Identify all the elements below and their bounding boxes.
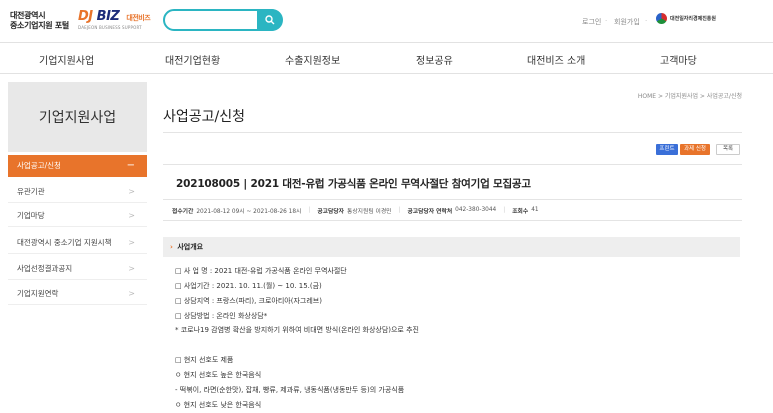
page-title: 사업공고/신청: [163, 109, 245, 125]
body-line: □ 현지 선호도 제품: [175, 356, 234, 364]
join-link[interactable]: 회원가입: [614, 17, 640, 27]
brand-sub: DAEJEON BUSINESS SUPPORT: [78, 25, 142, 30]
sidebar-item-label: 사업선정결과공지: [17, 264, 73, 273]
sidebar-item-results[interactable]: 사업선정결과공지 >: [8, 258, 147, 280]
period-label: 접수기간: [172, 208, 194, 215]
nav-item-customer[interactable]: 고객마당: [660, 52, 697, 67]
meta-separator: |: [398, 207, 401, 213]
body-line: □ 상담지역 : 프랑스(파리), 크로아티아(자그레브): [175, 297, 322, 305]
portal-name-line1: 대전광역시: [10, 11, 46, 20]
breadcrumb: HOME > 기업지원사업 > 사업공고/신청: [637, 93, 742, 100]
sidebar-item-policy[interactable]: 대전광역시 중소기업 지원시책 >: [8, 232, 147, 254]
nav-item-companies[interactable]: 대전기업현황: [165, 52, 220, 67]
phone-value: 042-380-3044: [455, 207, 497, 213]
body-line: □ 사업기간 : 2021. 10. 11.(월) ~ 10. 15.(금): [175, 282, 322, 290]
sidebar-item-bizinfo[interactable]: 기업마당 >: [8, 205, 147, 227]
sidebar-item-label: 대전광역시 중소기업 지원시책: [17, 238, 112, 247]
body-line: □ 사 업 명 : 2021 대전-유럽 가공식품 온라인 무역사절단: [175, 267, 347, 275]
views-label: 조회수: [512, 208, 529, 215]
section-header: › 사업개요: [163, 237, 740, 257]
portal-name[interactable]: 대전광역시 중소기업지원 포털: [10, 11, 69, 31]
main-nav: 기업지원사업 대전기업현황 수출지원정보 정보공유 대전비즈 소개 고객마당: [0, 42, 773, 74]
brand-biz: BIZ: [96, 9, 120, 24]
nav-item-about[interactable]: 대전비즈 소개: [527, 52, 585, 67]
apply-button[interactable]: 과제 신청: [680, 144, 710, 155]
nav-item-business[interactable]: 기업지원사업: [39, 52, 94, 67]
nav-item-info[interactable]: 정보공유: [416, 52, 453, 67]
sidebar-item-contact[interactable]: 기업지원연락 >: [8, 283, 147, 305]
meta-separator: |: [503, 207, 506, 213]
body-line: ㅇ 현지 선호도 낮은 한국음식: [175, 401, 262, 409]
chevron-right-icon: >: [128, 264, 135, 273]
period-value: 2021-08-12 09시 ~ 2021-08-26 18시: [196, 208, 302, 215]
body-line: - 떡볶이, 라면(순한맛), 잡채, 빵류, 제과류, 냉동식품(냉동만두 등…: [175, 386, 405, 394]
nav-item-export[interactable]: 수출지원정보: [285, 52, 340, 67]
minus-icon: −: [126, 160, 135, 171]
body-line: □ 상담방법 : 온라인 화상상담*: [175, 312, 268, 320]
brand-dj: DJ: [78, 9, 93, 24]
chevron-right-icon: ›: [170, 243, 173, 251]
manager-label: 공고담당자: [317, 208, 344, 215]
post-meta: 접수기간 2021-08-12 09시 ~ 2021-08-26 18시 | 공…: [163, 199, 742, 221]
list-button[interactable]: 목록: [716, 144, 740, 155]
body-line: ㅇ 현지 선호도 높은 한국음식: [175, 371, 262, 379]
sidebar-item-label: 기업지원연락: [17, 289, 59, 298]
meta-separator: |: [308, 207, 311, 213]
chevron-right-icon: >: [128, 211, 135, 220]
divider: [163, 164, 742, 165]
sidebar-item-label: 사업공고/신청: [17, 161, 61, 170]
sidebar-title: 기업지원사업: [38, 110, 117, 126]
post-title: 202108005 | 2021 대전-유럽 가공식품 온라인 무역사절단 참여…: [176, 178, 531, 190]
login-link[interactable]: 로그인: [582, 17, 601, 27]
divider: [163, 132, 742, 133]
sidebar-item-label: 기업마당: [17, 211, 45, 220]
section-title: 사업개요: [177, 243, 204, 251]
sidebar-header: 기업지원사업: [8, 82, 147, 152]
djbiz-logo[interactable]: DJ BIZ 대전비즈 DAEJEON BUSINESS SUPPORT: [78, 9, 151, 30]
org-logo-text: 대전일자리경제진흥원: [670, 16, 717, 22]
print-button[interactable]: 프린트: [656, 144, 678, 155]
portal-name-line2: 중소기업지원 포털: [10, 21, 69, 30]
body-line: * 코로나19 감염병 확산을 방지하기 위하여 비대면 방식(온라인 화상상담…: [175, 326, 419, 334]
top-bar: 대전광역시 중소기업지원 포털 DJ BIZ 대전비즈 DAEJEON BUSI…: [0, 0, 773, 42]
util-separator: ·: [605, 17, 608, 25]
org-logo-link[interactable]: 대전일자리경제진흥원: [656, 13, 716, 24]
chevron-right-icon: >: [128, 187, 135, 196]
search-button[interactable]: [257, 9, 283, 31]
sidebar-item-label: 유관기관: [17, 187, 45, 196]
views-value: 41: [531, 207, 539, 213]
chevron-right-icon: >: [128, 238, 135, 247]
chevron-right-icon: >: [128, 289, 135, 298]
manager-value: 통상지원팀 이경민: [347, 208, 392, 215]
util-separator: ·: [645, 17, 648, 25]
sidebar-item-agencies[interactable]: 유관기관 >: [8, 181, 147, 203]
sidebar-item-notice[interactable]: 사업공고/신청 −: [8, 155, 147, 177]
search-icon: [265, 15, 275, 25]
org-logo-icon: [656, 13, 667, 24]
brand-kr: 대전비즈: [126, 14, 151, 22]
phone-label: 공고담당자 연락처: [407, 208, 453, 215]
